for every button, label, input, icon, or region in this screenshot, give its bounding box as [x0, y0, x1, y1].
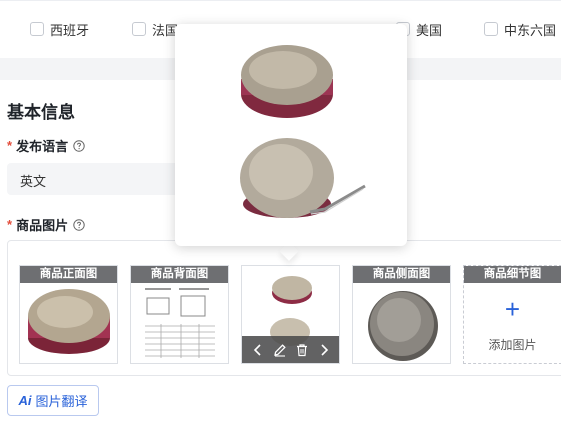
image-translate-button[interactable]: Ai 图片翻译	[7, 385, 99, 416]
chevron-right-icon[interactable]	[316, 342, 332, 358]
translate-label: 图片翻译	[35, 394, 88, 409]
chevron-left-icon[interactable]	[250, 342, 266, 358]
image-slot-front[interactable]: 商品正面图	[19, 265, 118, 364]
image-slot-side[interactable]: 商品侧面图	[352, 265, 451, 364]
slot-title: 商品细节图	[464, 266, 561, 283]
checkbox-label: 美国	[416, 22, 443, 38]
two-plates-preview-image	[240, 45, 366, 218]
product-images-label: * 商品图片	[7, 215, 85, 234]
checkbox-spain[interactable]: 西班牙	[30, 19, 89, 39]
image-slot-back[interactable]: 商品背面图	[130, 265, 229, 364]
checkbox-box[interactable]	[484, 22, 498, 36]
add-image-label: 添加图片	[488, 338, 537, 352]
checkbox-france[interactable]: 法国	[132, 19, 178, 39]
language-value: 英文	[20, 174, 47, 189]
publish-language-text: 发布语言	[16, 139, 69, 154]
image-slot-add-detail[interactable]: 商品细节图 + 添加图片	[463, 265, 561, 364]
checkbox-middle-east[interactable]: 中东六国	[484, 19, 556, 39]
slot-title: 商品侧面图	[353, 266, 450, 283]
checkbox-box[interactable]	[132, 22, 146, 36]
image-action-bar	[242, 336, 339, 363]
slot-title: 商品背面图	[131, 266, 228, 283]
checkbox-label: 中东六国	[504, 22, 557, 38]
image-preview-popover	[175, 24, 407, 246]
delete-icon[interactable]	[294, 342, 310, 358]
publish-language-label: * 发布语言	[7, 136, 85, 155]
ai-icon: Ai	[18, 393, 32, 408]
plus-icon[interactable]: +	[464, 296, 561, 322]
section-title: 基本信息	[7, 103, 75, 122]
help-icon[interactable]	[73, 218, 85, 231]
checkbox-label: 西班牙	[50, 22, 90, 38]
slot-title: 商品正面图	[20, 266, 117, 283]
help-icon[interactable]	[73, 139, 85, 152]
checkbox-box[interactable]	[30, 22, 44, 36]
image-slot-hovered[interactable]	[241, 265, 340, 364]
product-edit-page: 西班牙 法国 美国 中东六国 基本信息 * 发布语言 英文 * 商品图片 商品正…	[0, 0, 561, 421]
required-star: *	[7, 138, 13, 153]
required-star: *	[7, 217, 13, 232]
edit-icon[interactable]	[272, 342, 288, 358]
product-images-text: 商品图片	[16, 218, 69, 233]
